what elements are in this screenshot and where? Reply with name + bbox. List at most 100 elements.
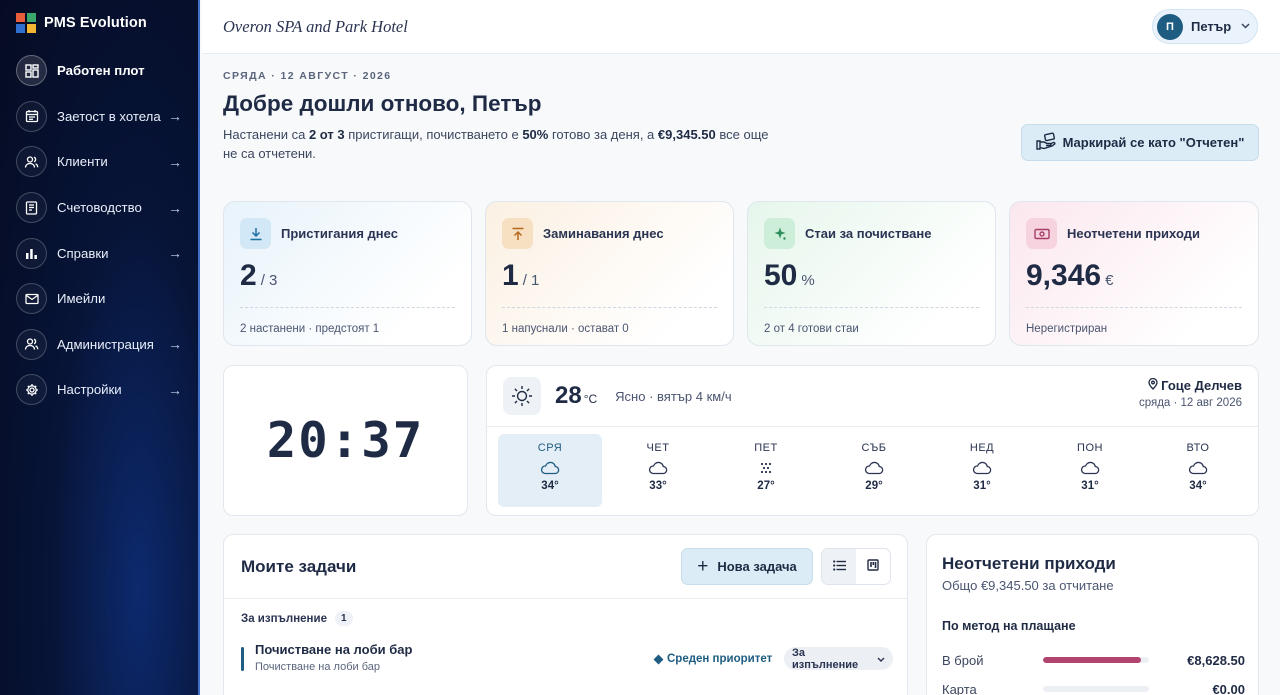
stat-title: Стаи за почистване xyxy=(805,226,932,241)
brand-logo-icon xyxy=(16,13,36,33)
new-task-button[interactable]: + Нова задача xyxy=(681,548,813,585)
list-icon xyxy=(832,558,846,576)
task-row[interactable]: Почистване на лоби бар Почистване на лоб… xyxy=(241,639,893,675)
sidebar-item-accounting[interactable]: Счетоводство → xyxy=(0,185,198,231)
bar-chart-icon xyxy=(16,237,47,269)
day-summary: Настанени са 2 от 3 пристигащи, почиства… xyxy=(223,127,769,161)
stat-suffix: % xyxy=(801,272,815,289)
stat-title: Заминавания днес xyxy=(543,226,664,241)
user-menu-button[interactable]: П Петър xyxy=(1152,9,1258,44)
forecast-day[interactable]: ПОН 31° xyxy=(1038,434,1142,507)
forecast-day[interactable]: СЪБ 29° xyxy=(822,434,926,507)
sidebar-item-clients[interactable]: Клиенти → xyxy=(0,139,198,185)
stat-value: 2 xyxy=(240,259,257,292)
chevron-down-icon xyxy=(877,653,885,665)
forecast-day[interactable]: НЕД 31° xyxy=(930,434,1034,507)
weather-temp: 28 xyxy=(555,382,582,409)
sidebar-item-label: Настройки xyxy=(57,382,122,398)
weather-desc: Ясно · вятър 4 км/ч xyxy=(615,388,732,404)
stat-title: Неотчетени приходи xyxy=(1067,226,1200,241)
task-group-count: 1 xyxy=(334,611,353,626)
stat-foot: 1 напуснали · остават 0 xyxy=(502,323,629,335)
stat-card-arrivals[interactable]: Пристигания днес 2/ 3 2 настанени · пред… xyxy=(223,201,472,346)
forecast-day[interactable]: ЧЕТ 33° xyxy=(606,434,710,507)
sidebar-item-label: Счетоводство xyxy=(57,200,142,216)
board-view-button[interactable] xyxy=(856,549,890,584)
clock-time: 20:37 xyxy=(266,412,425,469)
calendar-icon xyxy=(16,100,47,132)
sidebar-item-label: Клиенти xyxy=(57,154,108,170)
forecast-day[interactable]: ВТО 34° xyxy=(1146,434,1250,507)
date-eyebrow: СРЯДА · 12 АВГУСТ · 2026 xyxy=(223,70,392,82)
hand-money-icon xyxy=(1035,132,1056,153)
plus-icon: + xyxy=(697,556,709,577)
sun-icon xyxy=(503,377,541,415)
new-task-label: Нова задача xyxy=(717,559,797,574)
sidebar-item-label: Администрация xyxy=(57,336,154,352)
ledger-icon xyxy=(16,192,47,224)
task-group-header: За изпълнение 1 xyxy=(241,611,353,626)
mail-icon xyxy=(16,283,47,315)
stat-card-cleaning[interactable]: Стаи за почистване 50% 2 от 4 готови ста… xyxy=(747,201,996,346)
stat-suffix: € xyxy=(1105,272,1114,289)
tasks-panel: Моите задачи + Нова задача За изпълнение… xyxy=(223,534,908,695)
users-icon xyxy=(16,146,47,178)
stat-foot: 2 от 4 готови стаи xyxy=(764,323,859,335)
weather-date: сряда · 12 авг 2026 xyxy=(1138,397,1242,409)
kanban-icon xyxy=(867,558,879,576)
user-name: Петър xyxy=(1191,19,1232,34)
arrow-right-icon: → xyxy=(168,199,182,216)
sidebar-item-emails[interactable]: Имейли xyxy=(0,276,198,322)
mark-reported-button[interactable]: Маркирай се като "Отчетен" xyxy=(1021,124,1259,161)
sidebar-item-label: Имейли xyxy=(57,291,106,307)
avatar: П xyxy=(1157,13,1183,40)
hotel-name: Overon SPA and Park Hotel xyxy=(223,17,408,36)
mark-reported-label: Маркирай се като "Отчетен" xyxy=(1062,135,1245,150)
arrow-right-icon: → xyxy=(168,153,182,170)
cloud-icon xyxy=(864,456,884,480)
task-priority-bar xyxy=(241,647,244,671)
stat-card-unreported-revenue[interactable]: Неотчетени приходи 9,346 € Нерегистриран xyxy=(1009,201,1259,346)
cloud-icon xyxy=(540,456,560,480)
weather-location: Гоце Делчев xyxy=(1139,377,1242,393)
cloud-icon xyxy=(648,456,668,480)
tasks-title: Моите задачи xyxy=(241,557,357,576)
revenue-bar-track xyxy=(1043,686,1149,692)
arrow-right-icon: → xyxy=(168,381,182,398)
arrow-right-icon: → xyxy=(168,245,182,262)
sparkle-icon xyxy=(764,218,795,249)
sidebar-item-dashboard[interactable]: Работен плот xyxy=(0,48,198,94)
cash-icon xyxy=(1026,218,1057,249)
stat-suffix: / 1 xyxy=(522,272,540,289)
sidebar-item-occupancy[interactable]: Заетост в хотела → xyxy=(0,94,198,140)
stat-foot: 2 настанени · предстоят 1 xyxy=(240,323,380,335)
cloud-icon xyxy=(972,456,992,480)
sidebar-item-settings[interactable]: Настройки → xyxy=(0,367,198,413)
stat-title: Пристигания днес xyxy=(281,226,398,241)
stat-card-departures[interactable]: Заминавания днес 1/ 1 1 напуснали · оста… xyxy=(485,201,734,346)
sidebar-item-label: Справки xyxy=(57,245,109,261)
revenue-row-cash: В брой €8,628.50 xyxy=(942,652,1245,668)
brand[interactable]: PMS Evolution xyxy=(0,0,198,46)
revenue-section-title: По метод на плащане xyxy=(942,619,1076,633)
unreported-revenue-panel: Неотчетени приходи Общо €9,345.50 за отч… xyxy=(926,534,1259,695)
sidebar-item-administration[interactable]: Администрация → xyxy=(0,322,198,368)
snow-icon xyxy=(759,456,773,480)
task-priority: Среден приоритет xyxy=(653,653,772,665)
sidebar-item-reports[interactable]: Справки → xyxy=(0,230,198,276)
forecast-days: СРЯ 34° ЧЕТ 33° ПЕТ 27° СЪБ 29° НЕД 31° … xyxy=(498,434,1250,507)
forecast-day[interactable]: СРЯ 34° xyxy=(498,434,602,507)
revenue-title: Неотчетени приходи xyxy=(942,554,1116,573)
sidebar: PMS Evolution Работен плот Заетост в хот… xyxy=(0,0,200,695)
dashboard-icon xyxy=(16,55,47,87)
cloud-icon xyxy=(1188,456,1208,480)
download-icon xyxy=(240,218,271,249)
stat-value: 1 xyxy=(502,259,519,292)
upload-icon xyxy=(502,218,533,249)
forecast-day[interactable]: ПЕТ 27° xyxy=(714,434,818,507)
task-status-select[interactable]: За изпълнение xyxy=(784,647,893,671)
revenue-bar-track xyxy=(1043,657,1149,663)
list-view-button[interactable] xyxy=(822,549,856,584)
stat-value: 9,346 xyxy=(1026,259,1102,292)
page-title: Добре дошли отново, Петър xyxy=(223,91,542,116)
